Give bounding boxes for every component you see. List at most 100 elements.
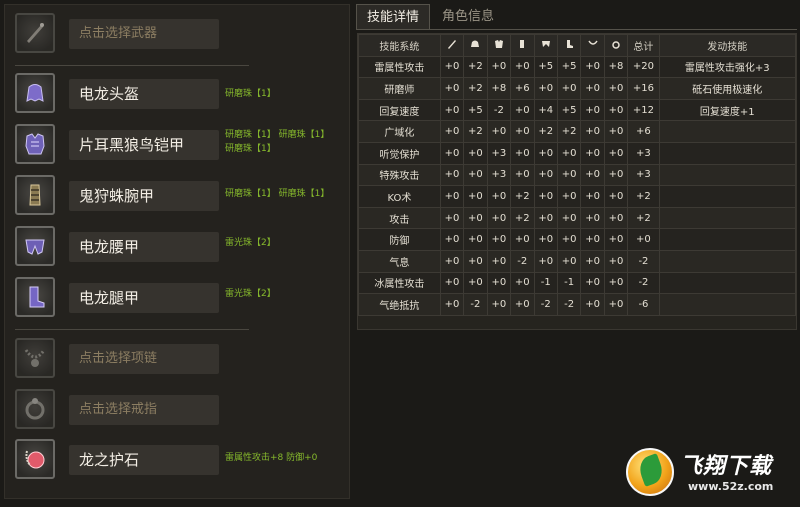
skill-point: +0 <box>510 98 535 122</box>
skill-point: +0 <box>533 249 558 273</box>
body-slot[interactable]: 片耳黑狼鸟铠甲 研磨珠【1】 研磨珠【1】 研磨珠【1】 <box>15 124 345 172</box>
skill-point: +0 <box>486 228 512 251</box>
charm-slot[interactable]: 龙之护石 雷属性攻击+8 防御+0 <box>15 439 345 487</box>
skill-total: +16 <box>627 77 660 100</box>
tab-skill-details[interactable]: 技能详情 <box>356 4 431 30</box>
skill-point: +0 <box>580 249 605 273</box>
skill-point: +0 <box>510 55 535 79</box>
skill-name: 气息 <box>358 249 441 273</box>
skill-name: 广域化 <box>358 120 441 143</box>
weapon-icon <box>439 34 465 57</box>
skill-point: +0 <box>533 141 558 165</box>
skill-point: +0 <box>463 163 488 187</box>
body-slot-label[interactable]: 片耳黑狼鸟铠甲 <box>69 130 219 160</box>
skill-point: +0 <box>439 120 465 143</box>
legs-decoration: 雷光珠【2】 <box>225 289 276 299</box>
activated-skill <box>658 120 797 143</box>
skill-point: +0 <box>556 249 582 273</box>
arms-slot[interactable]: 鬼狩蛛腕甲 研磨珠【1】 研磨珠【1】 <box>15 175 345 223</box>
skill-point: -2 <box>486 98 512 122</box>
skill-point: +0 <box>463 271 488 295</box>
activated-skill <box>658 141 797 165</box>
tab-character-info[interactable]: 角色信息 <box>432 4 504 30</box>
skill-total: +2 <box>627 185 660 208</box>
skill-name: 冰属性攻击 <box>358 271 441 295</box>
skill-name: 回复速度 <box>358 98 441 122</box>
waist-slot[interactable]: 电龙腰甲 雷光珠【2】 <box>15 226 345 274</box>
waist-slot-label[interactable]: 电龙腰甲 <box>69 232 219 262</box>
head-slot[interactable]: 电龙头盔 研磨珠【1】 <box>15 73 345 121</box>
skill-point: +0 <box>510 293 535 316</box>
head-slot-label[interactable]: 电龙头盔 <box>69 79 219 109</box>
legs-slot[interactable]: 电龙腿甲 雷光珠【2】 <box>15 277 345 325</box>
skill-point: +0 <box>580 77 605 100</box>
skill-point: -2 <box>533 293 558 316</box>
skill-point: +0 <box>439 98 465 122</box>
head-decoration: 研磨珠【1】 <box>225 89 276 99</box>
skill-point: +0 <box>510 141 535 165</box>
charm-skills: 雷属性攻击+8 防御+0 <box>225 453 318 463</box>
necklace-slot-label[interactable]: 点击选择项链 <box>69 344 219 374</box>
activated-skill: 回复速度+1 <box>658 98 797 122</box>
skill-point: +0 <box>439 163 465 187</box>
skill-point: +0 <box>486 55 512 79</box>
skill-point: +0 <box>486 206 512 230</box>
activated-skill <box>658 271 797 295</box>
skill-point: +0 <box>463 206 488 230</box>
skill-total: -2 <box>627 249 660 273</box>
skill-point: +0 <box>603 185 629 208</box>
skill-point: +0 <box>533 77 558 100</box>
skill-point: +2 <box>510 206 535 230</box>
skill-point: +0 <box>439 185 465 208</box>
skill-point: +8 <box>486 77 512 100</box>
charm-slot-label[interactable]: 龙之护石 <box>69 445 219 475</box>
skill-point: +0 <box>533 228 558 251</box>
skill-point: +0 <box>439 271 465 295</box>
skill-point: +2 <box>510 185 535 208</box>
skill-point: -1 <box>556 271 582 295</box>
table-row: 冰属性攻击 +0 +0 +0 +0 -1 -1 +0 +0 -2 <box>358 271 797 295</box>
skill-point: +0 <box>580 120 605 143</box>
helmet-icon[interactable] <box>15 73 55 113</box>
skill-point: +0 <box>556 77 582 100</box>
charm-icon[interactable] <box>15 439 55 479</box>
skill-point: +2 <box>463 77 488 100</box>
watermark-title: 飞翔下载 <box>680 454 773 479</box>
legs-slot-label[interactable]: 电龙腿甲 <box>69 283 219 313</box>
skill-point: +6 <box>510 77 535 100</box>
ring-slot[interactable]: 点击选择戒指 <box>15 389 345 437</box>
weapon-slot[interactable]: 点击选择武器 <box>15 13 345 61</box>
necklace-placeholder-icon[interactable] <box>15 338 55 378</box>
waist-armor-icon[interactable] <box>15 226 55 266</box>
skill-point: +5 <box>556 55 582 79</box>
skill-point: +3 <box>486 163 512 187</box>
waist-icon <box>533 34 558 57</box>
weapon-slot-label[interactable]: 点击选择武器 <box>69 19 219 49</box>
activated-skill <box>658 228 797 251</box>
chest-armor-icon[interactable] <box>15 124 55 164</box>
ring-slot-label[interactable]: 点击选择戒指 <box>69 395 219 425</box>
skill-point: +0 <box>580 55 605 79</box>
skill-point: +0 <box>556 163 582 187</box>
arms-slot-label[interactable]: 鬼狩蛛腕甲 <box>69 181 219 211</box>
necklace-slot[interactable]: 点击选择项链 <box>15 338 345 386</box>
divider <box>15 329 249 330</box>
skill-point: +0 <box>439 206 465 230</box>
table-header-row: 技能系统 总计 发动技能 <box>358 34 797 57</box>
activated-skill: 雷属性攻击强化+3 <box>658 55 797 79</box>
skill-point: +0 <box>439 228 465 251</box>
skill-point: +0 <box>463 228 488 251</box>
skill-name: 特殊攻击 <box>358 163 441 187</box>
ring-icon <box>603 34 629 57</box>
arm-guard-icon[interactable] <box>15 175 55 215</box>
skill-point: +0 <box>580 163 605 187</box>
leg-armor-icon[interactable] <box>15 277 55 317</box>
skill-point: +0 <box>603 228 629 251</box>
skill-point: +0 <box>533 206 558 230</box>
ring-placeholder-icon[interactable] <box>15 389 55 429</box>
skill-total: +6 <box>627 120 660 143</box>
arm-icon <box>510 34 535 57</box>
skill-point: +5 <box>463 98 488 122</box>
skill-point: +0 <box>603 249 629 273</box>
weapon-placeholder-icon[interactable] <box>15 13 55 53</box>
